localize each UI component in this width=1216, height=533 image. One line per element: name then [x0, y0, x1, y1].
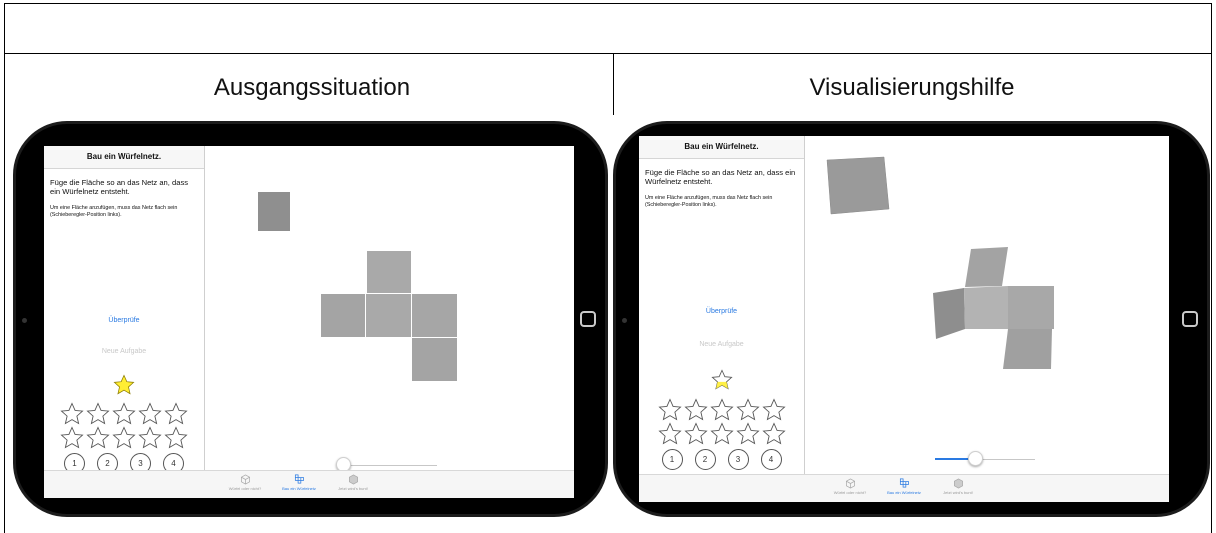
tab-bar: Würfel oder nicht? Bau ein Würfelnetz Je…	[44, 470, 574, 498]
fold-slider-knob[interactable]	[968, 451, 983, 466]
tab-label: Bau ein Würfelnetz	[282, 486, 316, 491]
star-outline-icon	[683, 398, 708, 421]
star-outline-icon	[164, 402, 188, 425]
net-face	[1008, 286, 1054, 329]
net-face	[367, 251, 411, 293]
tab-label: Bau ein Würfelnetz	[887, 490, 921, 495]
net-face	[965, 247, 1008, 287]
star-outline-icon	[761, 422, 786, 445]
app-screen-right: Bau ein Würfelnetz. Füge die Fläche so a…	[639, 136, 1169, 502]
star-outline-icon	[657, 422, 682, 445]
caption-right: Visualisierungshilfe	[809, 74, 1015, 101]
cube-net-icon	[899, 478, 909, 488]
level-button-4[interactable]: 4	[760, 449, 782, 470]
star-outline-icon	[112, 402, 136, 425]
star-outline-yellow-icon	[710, 369, 733, 390]
level-button-2[interactable]: 2	[694, 449, 716, 470]
star-outline-icon	[683, 422, 708, 445]
highlight-star-row	[639, 369, 804, 391]
star-row-2	[44, 426, 204, 450]
net-face	[964, 286, 1008, 329]
sidebar-title: Bau ein Würfelnetz.	[639, 136, 804, 159]
home-button[interactable]	[580, 311, 596, 327]
tab-cube-or-not[interactable]: Würfel oder nicht?	[825, 478, 875, 495]
net-canvas	[805, 136, 1169, 475]
fold-slider-track[interactable]	[345, 465, 437, 466]
new-task-button[interactable]: Neue Aufgabe	[44, 348, 204, 355]
sidebar-title: Bau ein Würfelnetz.	[44, 146, 204, 169]
tab-colorful[interactable]: Jetzt wird's bunt!	[933, 478, 983, 495]
level-buttons: 1 2 3 4	[639, 449, 804, 470]
folded-net-drawing	[826, 156, 1054, 369]
star-outline-icon	[761, 398, 786, 421]
instruction-text: Füge die Fläche so an das Netz an, dass …	[50, 178, 189, 196]
frame-top-line	[4, 3, 1212, 4]
level-button-1[interactable]: 1	[661, 449, 683, 470]
net-canvas	[205, 146, 574, 472]
check-button[interactable]: Überprüfe	[639, 308, 804, 315]
star-outline-icon	[60, 402, 84, 425]
net-face	[1003, 329, 1052, 369]
ipad-right: Bau ein Würfelnetz. Füge die Fläche so a…	[613, 121, 1210, 517]
star-outline-icon	[138, 426, 162, 449]
star-outline-icon	[86, 426, 110, 449]
sidebar: Bau ein Würfelnetz. Füge die Fläche so a…	[44, 146, 205, 498]
cube-icon	[240, 474, 250, 485]
star-outline-icon	[657, 398, 682, 421]
net-face	[366, 294, 411, 337]
net-face	[412, 338, 457, 381]
caption-left: Ausgangssituation	[213, 74, 411, 101]
star-outline-icon	[86, 402, 110, 425]
net-face	[933, 288, 965, 339]
frame-middle-line	[613, 53, 614, 115]
star-outline-icon	[735, 422, 760, 445]
colored-cube-icon	[953, 478, 963, 489]
level-button-3[interactable]: 3	[727, 449, 749, 470]
loose-face[interactable]	[258, 192, 290, 231]
app-screen-left: Bau ein Würfelnetz. Füge die Fläche so a…	[44, 146, 574, 498]
tab-label: Würfel oder nicht?	[228, 486, 262, 491]
camera-icon	[622, 318, 627, 323]
star-outline-icon	[709, 422, 734, 445]
hint-text: Um eine Fläche anzufügen, muss das Netz …	[50, 205, 178, 218]
tab-colorful[interactable]: Jetzt wird's bunt!	[328, 474, 378, 491]
cube-net-icon	[294, 474, 304, 484]
star-filled-icon	[113, 374, 135, 395]
loose-face	[826, 156, 890, 215]
tab-build-net[interactable]: Bau ein Würfelnetz	[274, 474, 324, 491]
camera-icon	[22, 318, 27, 323]
cube-icon	[845, 478, 855, 489]
instruction-text: Füge die Fläche so an das Netz an, dass …	[645, 168, 796, 186]
star-outline-icon	[60, 426, 84, 449]
star-row-1	[639, 398, 804, 422]
tab-label: Jetzt wird's bunt!	[338, 486, 368, 491]
star-outline-icon	[709, 398, 734, 421]
frame-left-line	[4, 3, 5, 533]
frame-header-line	[4, 53, 1212, 54]
sidebar: Bau ein Würfelnetz. Füge die Fläche so a…	[639, 136, 805, 502]
tab-cube-or-not[interactable]: Würfel oder nicht?	[220, 474, 270, 491]
tab-label: Würfel oder nicht?	[833, 490, 867, 495]
tab-build-net[interactable]: Bau ein Würfelnetz	[879, 478, 929, 495]
home-button[interactable]	[1182, 311, 1198, 327]
star-row-2	[639, 422, 804, 446]
hint-text: Um eine Fläche anzufügen, muss das Netz …	[645, 195, 773, 208]
star-outline-icon	[164, 426, 188, 449]
check-button[interactable]: Überprüfe	[44, 317, 204, 324]
new-task-button[interactable]: Neue Aufgabe	[639, 341, 804, 348]
net-face	[321, 294, 365, 337]
star-row-1	[44, 402, 204, 426]
star-outline-icon	[138, 402, 162, 425]
star-outline-icon	[735, 398, 760, 421]
ipad-left: Bau ein Würfelnetz. Füge die Fläche so a…	[13, 121, 608, 517]
tab-label: Jetzt wird's bunt!	[943, 490, 973, 495]
frame-right-line	[1211, 3, 1212, 533]
highlight-star-row	[44, 374, 204, 396]
star-outline-icon	[112, 426, 136, 449]
net-face	[412, 294, 457, 337]
colored-cube-icon	[348, 474, 358, 485]
tab-bar: Würfel oder nicht? Bau ein Würfelnetz Je…	[639, 474, 1169, 502]
